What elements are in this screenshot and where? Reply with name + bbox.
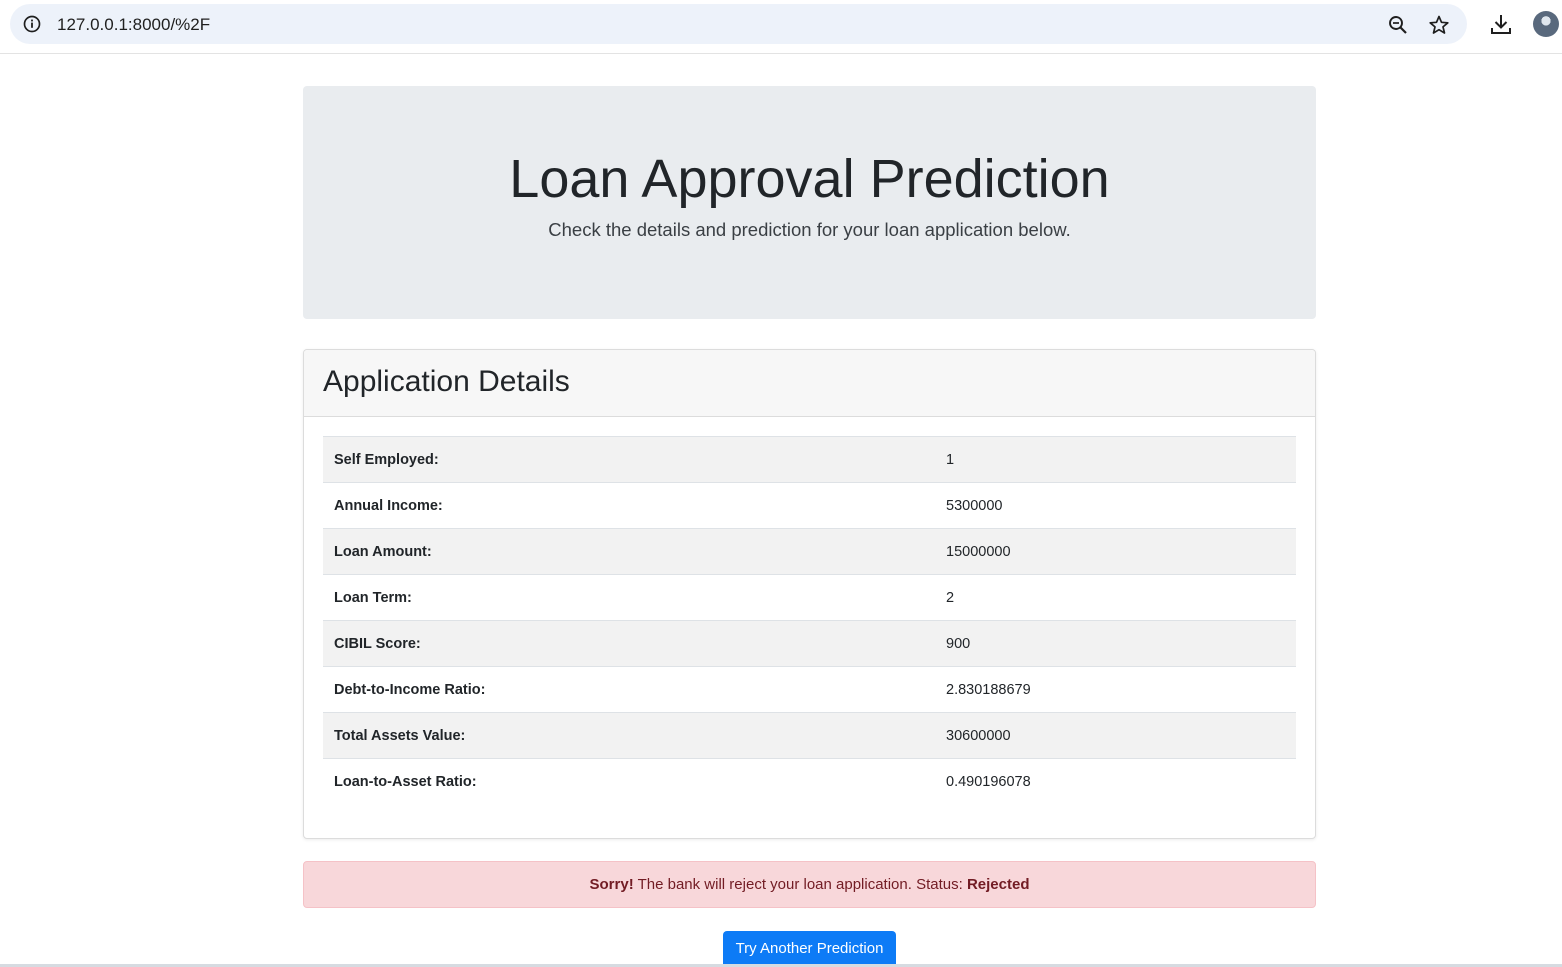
row-value: 2	[935, 574, 1296, 621]
row-label: Total Assets Value:	[323, 712, 935, 759]
card-header: Application Details	[304, 350, 1315, 417]
table-row: Self Employed: 1	[323, 436, 1296, 483]
application-details-card: Application Details Self Employed: 1 Ann…	[303, 349, 1316, 839]
browser-toolbar: 127.0.0.1:8000/%2F	[0, 0, 1562, 54]
row-value: 30600000	[935, 712, 1296, 759]
table-row: Total Assets Value: 30600000	[323, 712, 1296, 759]
details-table: Self Employed: 1 Annual Income: 5300000 …	[323, 436, 1296, 805]
bookmark-star-icon[interactable]	[1428, 14, 1450, 36]
row-label: Debt-to-Income Ratio:	[323, 666, 935, 713]
page-title: Loan Approval Prediction	[509, 149, 1110, 209]
address-bar[interactable]: 127.0.0.1:8000/%2F	[10, 4, 1467, 44]
table-row: Debt-to-Income Ratio: 2.830188679	[323, 666, 1296, 713]
rejection-alert: Sorry! The bank will reject your loan ap…	[303, 861, 1316, 908]
row-label: Loan-to-Asset Ratio:	[323, 758, 935, 805]
row-value: 1	[935, 436, 1296, 483]
row-label: Annual Income:	[323, 482, 935, 529]
try-another-prediction-button[interactable]: Try Another Prediction	[723, 931, 896, 967]
row-value: 5300000	[935, 482, 1296, 529]
table-row: Loan-to-Asset Ratio: 0.490196078	[323, 758, 1296, 805]
table-row: CIBIL Score: 900	[323, 620, 1296, 667]
alert-message: The bank will reject your loan applicati…	[633, 876, 967, 893]
row-label: Loan Term:	[323, 574, 935, 621]
row-label: Self Employed:	[323, 436, 935, 483]
row-value: 0.490196078	[935, 758, 1296, 805]
hero-banner: Loan Approval Prediction Check the detai…	[303, 86, 1316, 319]
info-icon[interactable]	[22, 14, 42, 34]
page-subtitle: Check the details and prediction for you…	[548, 219, 1071, 240]
status-badge: Rejected	[966, 876, 1030, 893]
row-value: 2.830188679	[935, 666, 1296, 713]
download-icon[interactable]	[1488, 12, 1514, 38]
table-row: Loan Amount: 15000000	[323, 528, 1296, 575]
table-row: Loan Term: 2	[323, 574, 1296, 621]
row-label: Loan Amount:	[323, 528, 935, 575]
table-row: Annual Income: 5300000	[323, 482, 1296, 529]
row-label: CIBIL Score:	[323, 620, 935, 667]
alert-prefix: Sorry!	[589, 876, 634, 893]
row-value: 15000000	[935, 528, 1296, 575]
row-value: 900	[935, 620, 1296, 667]
card-title: Application Details	[323, 365, 570, 398]
zoom-icon[interactable]	[1387, 14, 1409, 36]
url-text[interactable]: 127.0.0.1:8000/%2F	[57, 15, 210, 35]
profile-avatar[interactable]	[1533, 11, 1559, 37]
